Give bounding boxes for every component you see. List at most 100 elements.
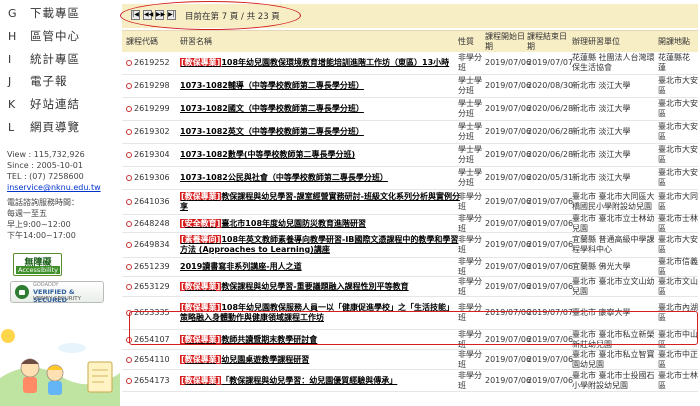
- course-type: 學士學分班: [458, 168, 482, 187]
- hours-days: 每週一至五: [7, 209, 47, 218]
- end-date: 2020/05/31: [527, 173, 574, 182]
- course-code: 2648248: [134, 218, 170, 228]
- end-date: 2019/07/06: [527, 218, 574, 228]
- location: 臺北市大安區: [658, 235, 698, 254]
- security-seal[interactable]: GODADDY VERIFIED & SECURED VERIFY SECURI…: [10, 281, 104, 304]
- course-code: 2653129: [134, 281, 170, 291]
- course-type: 非學分班: [458, 53, 482, 72]
- nav-key: I: [8, 52, 12, 66]
- course-title: 教保課程與幼兒學習-課室經營實務研討-班級文化系列分析與實例分享: [180, 192, 460, 211]
- location: 臺北市士林區: [658, 213, 698, 233]
- course-link[interactable]: 1073-1082國文（中等學校教師第二專長學分班）: [180, 104, 364, 114]
- course-code: 2649834: [134, 240, 170, 249]
- bullet-icon: [126, 152, 132, 158]
- pager-highlight-ring: [120, 1, 301, 30]
- table-header: 課程代碼 研習名稱 性質 課程開始日期 課程結束日期 辦理研習單位 開課地點: [122, 30, 698, 52]
- sidebar-item-regional-center[interactable]: H 區管中心: [8, 26, 116, 46]
- organizer: 新北市 淡江大學: [572, 150, 631, 159]
- nav-label: 區管中心: [30, 29, 80, 43]
- end-date: 2019/07/07: [527, 58, 574, 67]
- course-code-cell: 2648248: [126, 215, 182, 232]
- course-name-cell: 1073-1082英文（中等學校教師第二專長學分班）: [180, 121, 460, 143]
- bullet-icon: [126, 356, 132, 363]
- sidebar-item-statistics[interactable]: I 統計專區: [8, 49, 116, 69]
- course-type: 非學分班: [458, 235, 482, 254]
- organizer: 新北市 淡江大學: [572, 127, 631, 136]
- course-code: 2641036: [134, 197, 170, 206]
- course-link[interactable]: [安全教育]臺北市108年度幼兒園防災教育進階研習: [180, 218, 366, 229]
- course-type: 學士學分班: [458, 76, 482, 95]
- start-date: 2019/07/06: [485, 354, 532, 364]
- table-row: 2651239 2019讀書寫非系列講座-用人之道 非學分班 2019/07/06 20…: [122, 257, 698, 277]
- course-code: 2619306: [134, 173, 170, 182]
- table-row: 2619304 1073-1082數學(中等學校教師第二專長學分班) 學士學分班 20…: [122, 144, 698, 167]
- service-hours: 電話諮詢服務時間： 每週一至五 早上9:00~12:00 下午14:00~17:…: [7, 197, 119, 241]
- course-link[interactable]: 1073-1082數學(中等學校教師第二專長學分班): [180, 150, 355, 160]
- course-code-cell: 2653129: [126, 277, 182, 296]
- organizer: 花蓮縣 社團法人台灣環保生活協會: [572, 53, 655, 72]
- start-date: 2019/07/06: [485, 218, 532, 228]
- header-type: 性質: [458, 37, 474, 46]
- course-code-cell: 2619304: [126, 144, 182, 166]
- course-link[interactable]: [素養導向]108年英文教師素養導向教學研習-IB國際文憑課程中的教學和學習方法…: [180, 235, 460, 255]
- course-link[interactable]: [教保專業]教保課程與幼兒學習-重要議題融入課程性別平等教育: [180, 281, 409, 292]
- start-date: 2019/07/06: [485, 240, 532, 249]
- location: 臺北市中正區: [658, 349, 698, 369]
- course-link[interactable]: [教保專業]108年幼兒園教保環境教育增能培訓進階工作坊（東區）13小時: [180, 58, 449, 68]
- sidebar-item-newsletter[interactable]: J 電子報: [8, 71, 116, 91]
- sidebar-item-links[interactable]: K 好站連結: [8, 94, 116, 114]
- table-row: 2648248 [安全教育]臺北市108年度幼兒園防災教育進階研習 非學分班 2019…: [122, 213, 698, 233]
- nav-key: K: [8, 97, 16, 111]
- end-date: 2020/06/28: [527, 150, 574, 159]
- course-name-cell: [教保專業]108年幼兒園教保環境教育增能培訓進階工作坊（東區）13小時: [180, 52, 460, 74]
- header-name: 研習名稱: [180, 37, 212, 46]
- course-type: 非學分班: [458, 213, 482, 233]
- sidebar-item-downloads[interactable]: G 下載專區: [8, 3, 116, 23]
- table-row: 2619302 1073-1082英文（中等學校教師第二專長學分班） 學士學分班 20…: [122, 121, 698, 144]
- course-type: 非學分班: [458, 276, 482, 296]
- accessibility-badge[interactable]: 無障礙 Accessibility: [13, 253, 62, 276]
- email-link[interactable]: inservice@nknu.edu.tw: [7, 182, 119, 193]
- course-title: 1073-1082國文（中等學校教師第二專長學分班）: [180, 104, 364, 113]
- header-loc: 開課地點: [658, 37, 690, 46]
- table-row: 2654173 [教保專業]「教保課程與幼兒學習：幼兒園優質經驗與傳承」 非學分班 2…: [122, 370, 698, 392]
- nav-label: 下載專區: [30, 6, 80, 20]
- organizer: 新北市 淡江大學: [572, 104, 631, 113]
- course-code-cell: 2641036: [126, 190, 182, 214]
- hours-am: 早上9:00~12:00: [7, 220, 71, 229]
- course-type: 非學分班: [458, 349, 482, 369]
- organizer: 新北市 淡江大學: [572, 173, 631, 182]
- end-date: 2020/08/30: [527, 81, 574, 90]
- location: 臺北市士林區: [658, 370, 698, 390]
- course-link[interactable]: 1073-1082公民與社會（中等學校教師第二專長學分班）: [180, 173, 388, 183]
- site-stats: View : 115,732,926 Since : 2005-10-01 TE…: [7, 149, 119, 193]
- course-link[interactable]: 1073-1082輔導（中等學校教師第二專長學分班）: [180, 81, 364, 91]
- sidebar: G 下載專區 H 區管中心 I 統計專區 J 電子報 K 好站連結 L 網頁導覽…: [0, 0, 120, 406]
- course-link[interactable]: [教保專業]幼兒園桌遊教學課程研習: [180, 354, 309, 365]
- course-code-cell: 2649834: [126, 233, 182, 257]
- category-tag: [教保專業]: [180, 281, 222, 291]
- course-title: 108年幼兒園教保環境教育增能培訓進階工作坊（東區）13小時: [221, 58, 450, 67]
- bullet-icon: [126, 220, 132, 227]
- start-date: 2019/07/06: [485, 262, 532, 271]
- organizer: 臺北市 臺北市立士林幼兒園: [572, 213, 655, 233]
- course-title: 「教保課程與幼兒學習：幼兒園優質經驗與傳承」: [221, 375, 398, 385]
- sidebar-item-sitemap[interactable]: L 網頁導覽: [8, 117, 116, 137]
- table-row: 2654110 [教保專業]幼兒園桌遊教學課程研習 非學分班 2019/07/06 20…: [122, 350, 698, 370]
- organizer: 臺北市 臺北市大同區大橋國民小學附設幼兒園: [572, 192, 655, 211]
- course-link[interactable]: 2019讀書寫非系列講座-用人之道: [180, 262, 302, 272]
- organizer: 新北市 淡江大學: [572, 81, 631, 90]
- course-link[interactable]: [教保專業]「教保課程與幼兒學習：幼兒園優質經驗與傳承」: [180, 375, 398, 386]
- table-row: 2619306 1073-1082公民與社會（中等學校教師第二專長學分班） 學士學分…: [122, 167, 698, 190]
- course-link[interactable]: 1073-1082英文（中等學校教師第二專長學分班）: [180, 127, 364, 137]
- table-row: 2653129 [教保專業]教保課程與幼兒學習-重要議題融入課程性別平等教育 非學分…: [122, 277, 698, 297]
- bullet-icon: [126, 377, 132, 384]
- nav-label: 網頁導覽: [30, 120, 80, 134]
- category-tag: [教保專業]: [180, 192, 222, 201]
- location: 花蓮縣花 蓮: [658, 53, 698, 72]
- course-link[interactable]: [教保專業]教保課程與幼兒學習-課室經營實務研討-班級文化系列分析與實例分享: [180, 192, 460, 212]
- start-date: 2019/07/06: [485, 375, 532, 385]
- course-code: 2619252: [134, 58, 170, 67]
- location: 臺北市大安區: [658, 168, 698, 187]
- bullet-icon: [126, 83, 132, 89]
